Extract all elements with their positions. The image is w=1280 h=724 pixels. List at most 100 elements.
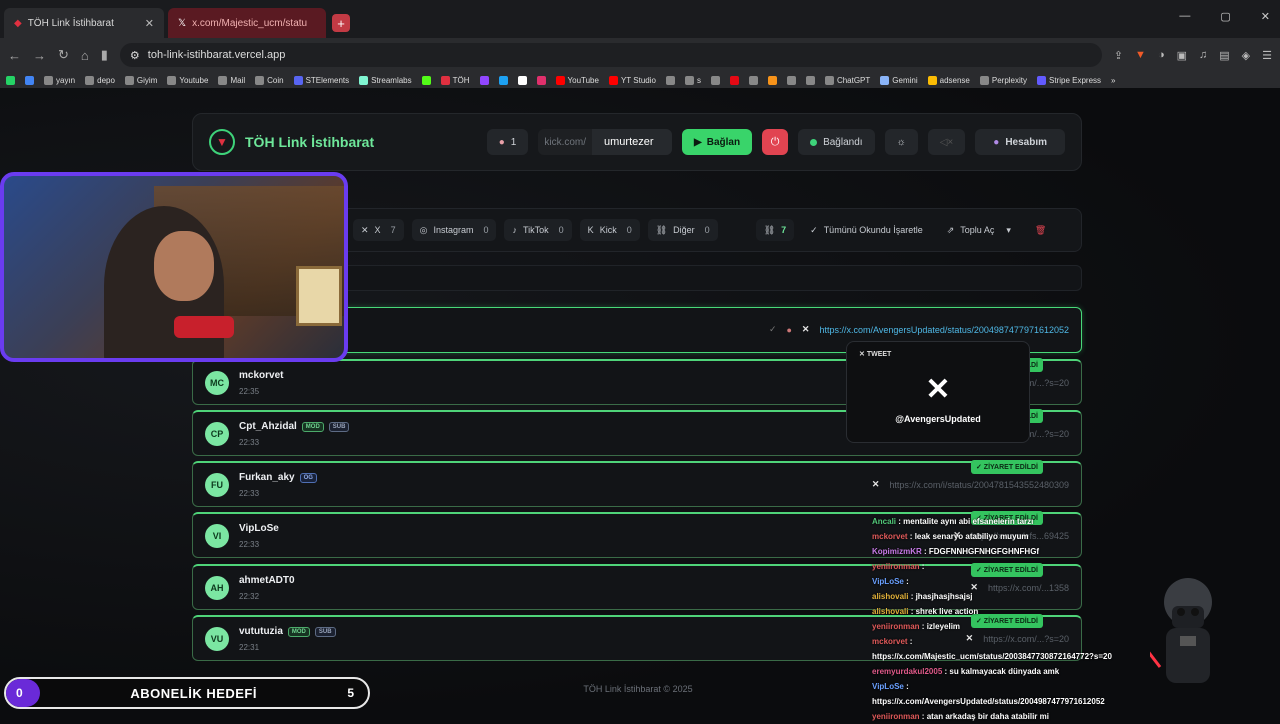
webcam-poster [296,266,342,326]
bookmark-item[interactable] [710,75,720,85]
bookmark-item[interactable]: s [684,75,701,85]
extension-icon[interactable]: ♫ [1199,49,1207,62]
bookmark-item[interactable]: Giyim [124,75,157,85]
link-row[interactable]: FU Furkan_aky OG 22:33 ✕ https://x.com/i/s… [192,460,1082,507]
trash-icon: 🗑 [1034,224,1047,235]
brave-shield-icon[interactable]: ▼ [1135,49,1146,62]
footer-text: TÖH Link İstihbarat © 2025 [583,684,693,694]
bulk-open-button[interactable]: ⇗ Toplu Aç ▾ [939,219,1019,241]
url-text: toh-link-istihbarat.vercel.app [147,49,286,61]
bookmark-item[interactable]: TÖH [440,75,470,85]
bookmark-item[interactable] [421,75,431,85]
kick-channel-input[interactable]: kick.com/ umurtezer [538,129,673,155]
extension-icon[interactable]: ◑ [1158,49,1165,62]
check-icon[interactable]: ✓ [769,324,777,335]
brand-title: TÖH Link İstihbarat [245,134,375,150]
sub-badge: SUB [314,626,336,637]
timestamp: 22:31 [239,643,260,652]
disconnect-button[interactable]: ⏻ [762,129,789,155]
menu-icon[interactable]: ☰ [1262,49,1272,62]
reload-icon[interactable]: ↻ [58,47,69,63]
close-window-icon[interactable]: ✕ [1261,10,1270,23]
bookmark-item[interactable] [498,75,508,85]
home-icon[interactable]: ⌂ [81,48,89,63]
back-icon[interactable]: ← [8,48,21,63]
timestamp: 22:32 [239,592,260,601]
bookmark-item[interactable]: Youtube [167,75,208,85]
url-input[interactable]: ⚙ toh-link-istihbarat.vercel.app [119,43,1102,67]
tweet-handle: @AvengersUpdated [895,414,981,424]
bookmark-item[interactable]: Stripe Express [1037,75,1101,85]
timestamp: 22:33 [239,489,260,498]
avatar: FU [205,473,229,497]
notification-count[interactable]: ● 1 [486,129,529,155]
site-info-icon[interactable]: ⚙ [130,49,140,62]
bookmark-item[interactable] [748,75,758,85]
link-url[interactable]: ✕ https://x.com/i/status/2004781543552480… [872,479,1069,490]
webcam-microphone [174,316,234,338]
bookmark-item[interactable]: adsense [927,75,970,85]
mark-all-read-button[interactable]: ✓ Tümünü Okundu İşaretle [802,219,931,241]
bookmark-item[interactable]: depo [85,75,115,85]
share-icon[interactable]: ⇪ [1114,49,1123,62]
bookmark-item[interactable] [479,75,489,85]
bookmark-item[interactable] [6,75,15,85]
total-links-count: ⛓ 7 [755,219,795,241]
bookmark-item[interactable]: STElements [293,75,349,85]
bookmark-item[interactable]: Perplexity [979,75,1027,85]
og-badge: OG [299,472,317,483]
delete-all-button[interactable]: 🗑 [1027,219,1054,241]
filter-other[interactable]: ⛓ Diğer 0 [647,219,718,241]
chat-message: mckorvet : leak senaryo atabiliyo muyum [872,532,1029,541]
extension-icon[interactable]: ▣ [1177,49,1187,62]
filter-instagram[interactable]: ◎ Instagram 0 [411,219,497,241]
bookmark-item[interactable] [517,75,527,85]
username: VipLoSe [239,523,279,534]
bookmark-item[interactable] [786,75,796,85]
check-icon: ✓ [810,224,818,235]
account-button[interactable]: ● Hesabım [975,129,1065,155]
browser-tab-inactive[interactable]: 𝕏 x.com/Majestic_ucm/status/20038477 [168,8,326,38]
favicon-icon: ◆ [14,17,22,29]
browser-tab-active[interactable]: ◆ TÖH Link İstihbarat ✕ [4,8,164,38]
link-url[interactable]: ✓ ● ✕ https://x.com/AvengersUpdated/stat… [769,324,1069,335]
forward-icon[interactable]: → [33,48,46,63]
bookmark-item[interactable]: Streamlabs [359,75,412,85]
bookmark-item[interactable]: Mail [218,75,245,85]
bookmark-item[interactable]: ChatGPT [824,75,870,85]
theme-toggle-button[interactable]: ☼ [884,129,918,155]
bookmark-item[interactable] [767,75,777,85]
filter-x[interactable]: ✕ X 7 [353,219,404,241]
bookmark-item[interactable] [25,75,34,85]
minimize-icon[interactable]: — [1179,10,1190,23]
maximize-icon[interactable]: ▢ [1220,10,1230,23]
kick-user-value[interactable]: umurtezer [592,129,673,155]
more-bookmarks-icon[interactable]: » [1111,76,1115,85]
new-tab-button[interactable]: + [332,14,350,32]
mute-button[interactable]: ◁× [927,129,966,155]
tweet-preview-header: ✕ TWEET [859,351,892,358]
filter-kick[interactable]: K Kick 0 [579,219,640,241]
bookmark-item[interactable]: YT Studio [608,75,656,85]
bookmark-item[interactable]: Coin [255,75,284,85]
bookmark-item[interactable]: Gemini [880,75,918,85]
sidebar-icon[interactable]: ▤ [1219,49,1229,62]
chat-message: KopimizmKR : FDGFNNHGFNHGFGHNFHGf [872,547,1040,556]
brand-logo-icon: ▼ [209,129,235,155]
connect-button[interactable]: ▶ Bağlan [682,129,753,155]
wallet-icon[interactable]: ◈ [1242,49,1250,62]
avatar: CP [205,422,229,446]
bookmark-item[interactable] [805,75,815,85]
external-link-icon: ⇗ [946,224,955,235]
bookmark-item[interactable]: YouTube [555,75,599,85]
webcam-overlay [0,172,348,362]
bookmark-item[interactable] [536,75,546,85]
bookmark-item[interactable]: yayın [44,75,75,85]
bookmark-item[interactable] [729,75,739,85]
bookmark-item[interactable] [665,75,675,85]
sun-icon: ☼ [896,136,906,148]
close-tab-icon[interactable]: ✕ [145,17,154,30]
filter-tiktok[interactable]: ♪ TikTok 0 [504,219,572,241]
bookmark-icon[interactable]: ▮ [101,47,108,63]
mod-badge: MOD [301,421,324,432]
